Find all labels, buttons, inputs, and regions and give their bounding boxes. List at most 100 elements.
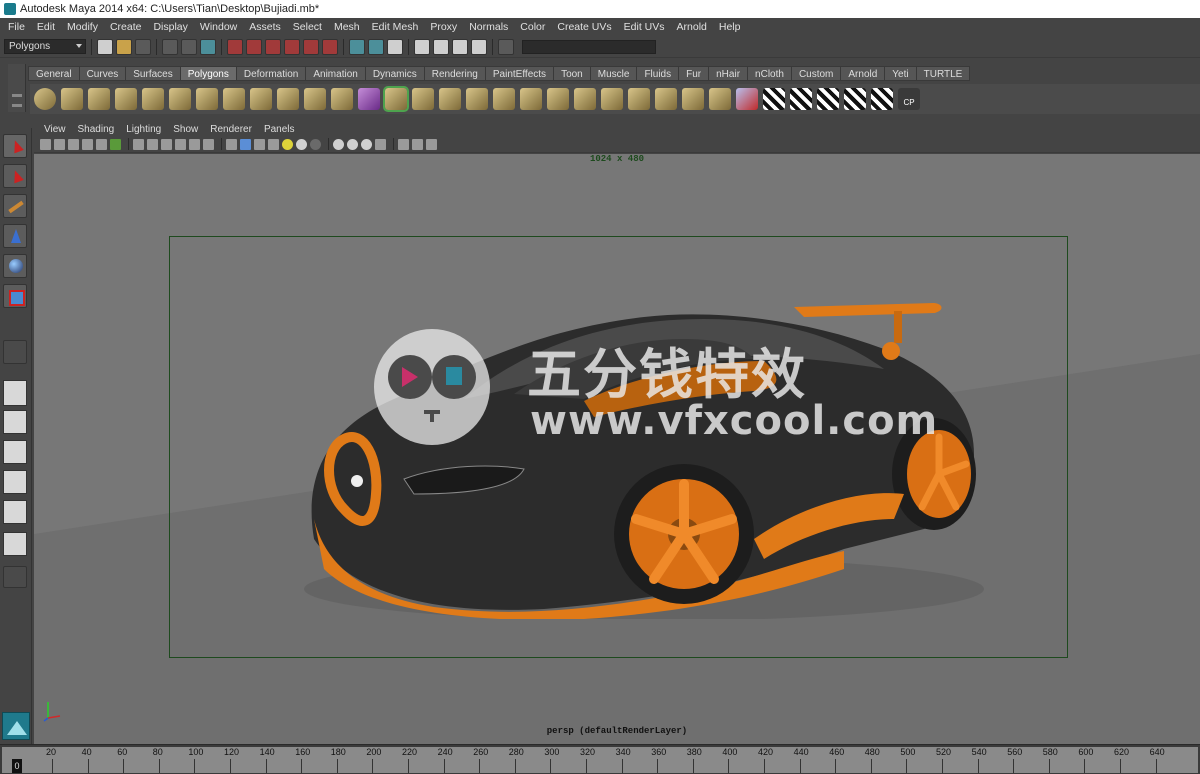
tab-dynamics[interactable]: Dynamics (364, 66, 425, 81)
isolate-select-icon[interactable] (375, 138, 386, 150)
menu-edit[interactable]: Edit (31, 21, 61, 33)
poly-pipe-icon[interactable] (223, 88, 245, 110)
tab-fluids[interactable]: Fluids (636, 66, 680, 81)
poly-chamfer-icon[interactable] (655, 88, 677, 110)
menu-arnold[interactable]: Arnold (671, 21, 713, 33)
poly-triangulate-icon[interactable] (682, 88, 704, 110)
rotate-tool[interactable] (3, 254, 27, 278)
poly-fill-hole-icon[interactable] (466, 88, 488, 110)
current-frame-marker[interactable]: 0 (12, 759, 22, 773)
input-line-field[interactable] (522, 39, 656, 54)
layout-persp-graph-button[interactable] (3, 470, 27, 494)
panel-menu-show[interactable]: Show (167, 124, 204, 135)
layout-four-view-button[interactable] (3, 410, 27, 434)
grease-pencil-icon[interactable] (110, 138, 121, 150)
snap-curve-icon[interactable] (368, 38, 384, 55)
move-tool[interactable] (3, 224, 27, 248)
poly-quadrangulate-icon[interactable] (709, 88, 731, 110)
panel-menu-lighting[interactable]: Lighting (120, 124, 167, 135)
menu-modify[interactable]: Modify (61, 21, 104, 33)
poly-bridge-icon[interactable] (412, 88, 434, 110)
poly-mirror-icon[interactable] (331, 88, 353, 110)
poly-merge-icon[interactable] (574, 88, 596, 110)
tab-muscle[interactable]: Muscle (589, 66, 638, 81)
snap-grid-icon[interactable] (349, 38, 365, 55)
poly-sculpt-icon[interactable] (736, 88, 758, 110)
pick-deformations-icon[interactable] (303, 38, 319, 55)
layout-persp-outliner-button[interactable] (3, 440, 27, 464)
tab-painteffects[interactable]: PaintEffects (484, 66, 555, 81)
menu-display[interactable]: Display (147, 21, 193, 33)
ambient-occlusion-icon[interactable] (412, 138, 423, 150)
poly-bevel-icon[interactable] (547, 88, 569, 110)
poly-combine-icon[interactable] (277, 88, 299, 110)
pick-surfaces-icon[interactable] (284, 38, 300, 55)
poly-cylinder-icon[interactable] (88, 88, 110, 110)
two-d-pan-icon[interactable] (96, 138, 107, 150)
lasso-tool[interactable] (3, 164, 27, 188)
grid-icon[interactable] (133, 138, 144, 150)
xray-joints-icon[interactable] (347, 138, 358, 150)
menu-assets[interactable]: Assets (243, 21, 287, 33)
menu-create-uvs[interactable]: Create UVs (551, 21, 617, 33)
panel-menu-renderer[interactable]: Renderer (204, 124, 258, 135)
xray-icon[interactable] (333, 138, 344, 150)
render-settings-icon[interactable] (471, 38, 487, 55)
poly-smooth-icon[interactable] (358, 88, 380, 110)
hud-icon[interactable] (398, 138, 409, 150)
input-line-menu-icon[interactable] (498, 38, 514, 55)
pick-curves-icon[interactable] (265, 38, 281, 55)
center-pivot-button[interactable]: CP (898, 88, 920, 110)
save-scene-icon[interactable] (135, 38, 151, 55)
tab-turtle[interactable]: TURTLE (915, 66, 971, 81)
menu-mesh[interactable]: Mesh (328, 21, 366, 33)
menu-help[interactable]: Help (713, 21, 747, 33)
pick-handles-icon[interactable] (227, 38, 243, 55)
textured-icon[interactable] (268, 138, 279, 150)
panel-menu-panels[interactable]: Panels (258, 124, 301, 135)
poly-poke-icon[interactable] (628, 88, 650, 110)
menu-create[interactable]: Create (104, 21, 148, 33)
layout-graph-editor-button[interactable] (3, 532, 27, 556)
poly-sphere-icon[interactable] (34, 88, 56, 110)
wireframe-icon[interactable] (226, 138, 237, 150)
poly-wedge-icon[interactable] (601, 88, 623, 110)
menu-file[interactable]: File (2, 21, 31, 33)
tab-general[interactable]: General (28, 66, 80, 81)
uv-planar-icon[interactable] (763, 88, 785, 110)
layout-single-perspective-button[interactable] (3, 380, 27, 406)
tab-nhair[interactable]: nHair (708, 66, 749, 81)
panel-menu-shading[interactable]: Shading (72, 124, 121, 135)
tab-ncloth[interactable]: nCloth (747, 66, 792, 81)
poly-split-icon[interactable] (493, 88, 515, 110)
use-all-lights-icon[interactable] (282, 138, 293, 150)
poly-pyramid-icon[interactable] (196, 88, 218, 110)
menu-window[interactable]: Window (194, 21, 243, 33)
select-hierarchy-icon[interactable] (162, 38, 178, 55)
tab-curves[interactable]: Curves (78, 66, 127, 81)
time-slider-track[interactable]: 0 20 40 60 80 100 120 140 160 180 200 220 240 260 280… (2, 747, 1198, 773)
layout-menu-button[interactable] (3, 566, 27, 588)
poly-extrude-icon[interactable] (383, 86, 409, 112)
menu-set-dropdown[interactable]: Polygons (4, 39, 86, 54)
poly-append-icon[interactable] (439, 88, 461, 110)
field-chart-icon[interactable] (189, 138, 200, 150)
tab-rendering[interactable]: Rendering (423, 66, 486, 81)
poly-plane-icon[interactable] (142, 88, 164, 110)
panel-menu-view[interactable]: View (38, 124, 72, 135)
tab-polygons[interactable]: Polygons (179, 66, 237, 81)
uv-editor-icon[interactable] (871, 88, 893, 110)
camera-attributes-icon[interactable] (54, 138, 65, 150)
menu-select[interactable]: Select (287, 21, 328, 33)
tab-custom[interactable]: Custom (790, 66, 842, 81)
resolution-gate-icon[interactable] (161, 138, 172, 150)
render-frame-icon[interactable] (433, 38, 449, 55)
poly-cone-icon[interactable] (115, 88, 137, 110)
last-tool[interactable] (3, 340, 27, 364)
select-component-icon[interactable] (200, 38, 216, 55)
menu-edit-mesh[interactable]: Edit Mesh (366, 21, 425, 33)
bookmark-icon[interactable] (68, 138, 79, 150)
shelf-menu-handle[interactable] (8, 64, 26, 112)
layout-hypershade-button[interactable] (3, 500, 27, 524)
tab-toon[interactable]: Toon (553, 66, 591, 81)
